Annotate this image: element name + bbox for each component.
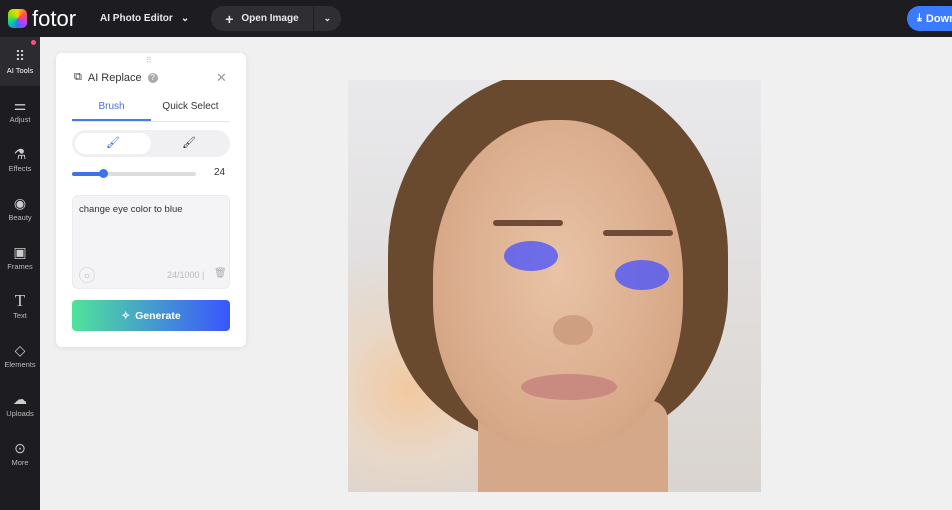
text-icon: T [14,290,26,310]
help-icon[interactable]: ? [147,72,158,83]
sidebar-item-text[interactable]: T Text [0,282,40,331]
grid-icon: ⠿ [14,47,26,64]
plus-icon: + [225,10,234,27]
char-count: 24/1000 | [167,270,205,280]
sidebar-item-elements[interactable]: ◇ Elements [0,331,40,380]
eye-mask-right [615,260,669,290]
sidebar-item-more[interactable]: ⊙ More [0,429,40,478]
brush-size-value: 24 [214,167,226,178]
sidebar: ⠿ AI Tools ⚌ Adjust ⚗ Effects ◉ Beauty ▣ Fram… [0,37,40,510]
top-bar: fotor AI Photo Editor ⌄ + Open Image ⌄ ⤓ Do… [0,0,952,37]
logo-icon [8,9,27,28]
sidebar-item-adjust[interactable]: ⚌ Adjust [0,86,40,135]
open-image-dropdown[interactable]: ⌄ [314,13,342,24]
trash-icon[interactable]: 🗑 [214,268,227,279]
brush-add-icon[interactable]: 🖌 [75,133,151,154]
ai-photo-editor-menu[interactable]: AI Photo Editor ⌄ [100,13,189,24]
slider-handle[interactable] [99,169,109,178]
brush-size-slider[interactable] [72,169,196,178]
tab-quick-select[interactable]: Quick Select [151,101,230,121]
sidebar-item-effects[interactable]: ⚗ Effects [0,135,40,184]
more-icon: ⊙ [14,439,26,456]
shapes-icon: ◇ [14,341,26,358]
flask-icon: ⚗ [13,145,27,162]
download-icon: ⤓ [917,12,922,24]
panel-title: ⧉ AI Replace? [74,71,158,84]
prompt-textarea[interactable]: change eye color to blue ☼ 24/1000 | 🗑 [72,195,230,289]
photo-lips [521,374,617,400]
mode-tabs: Brush Quick Select [72,101,230,122]
download-button[interactable]: ⤓Down [907,6,952,31]
sidebar-item-frames[interactable]: ▣ Frames [0,233,40,282]
open-image-button[interactable]: + Open Image [211,6,314,31]
chevron-down-icon: ⌄ [180,13,190,24]
photo-brow-right [603,230,673,236]
sliders-icon: ⚌ [13,96,27,113]
prompt-text: change eye color to blue [79,204,183,215]
photo-brow-left [493,220,563,226]
fotor-logo[interactable]: fotor [8,6,76,32]
lightbulb-icon[interactable]: ☼ [79,267,95,283]
notification-dot [31,40,36,45]
drag-handle-icon[interactable]: ⠿ [146,56,153,65]
brush-mode-toggle: 🖌 🖌 [72,130,230,157]
sidebar-item-uploads[interactable]: ☁ Uploads [0,380,40,429]
brush-erase-icon[interactable]: 🖌 [151,133,227,154]
canvas-photo[interactable] [348,80,761,492]
close-icon[interactable]: ✕ [216,70,227,86]
chevron-down-icon: ⌄ [323,13,332,23]
sidebar-item-beauty[interactable]: ◉ Beauty [0,184,40,233]
photo-nose [553,315,593,345]
ai-replace-panel: ⠿ ⧉ AI Replace? ✕ Brush Quick Select 🖌 🖌 … [56,53,246,347]
generate-button[interactable]: ✧ Generate [72,300,230,331]
eye-icon: ◉ [13,194,27,211]
tab-brush[interactable]: Brush [72,101,151,121]
ai-replace-icon: ⧉ [74,71,82,83]
cloud-upload-icon: ☁ [13,390,27,407]
eye-mask-left [504,241,558,271]
magic-wand-icon: ✧ [121,309,131,322]
open-image-group: + Open Image ⌄ [211,6,342,31]
frame-icon: ▣ [13,243,27,260]
